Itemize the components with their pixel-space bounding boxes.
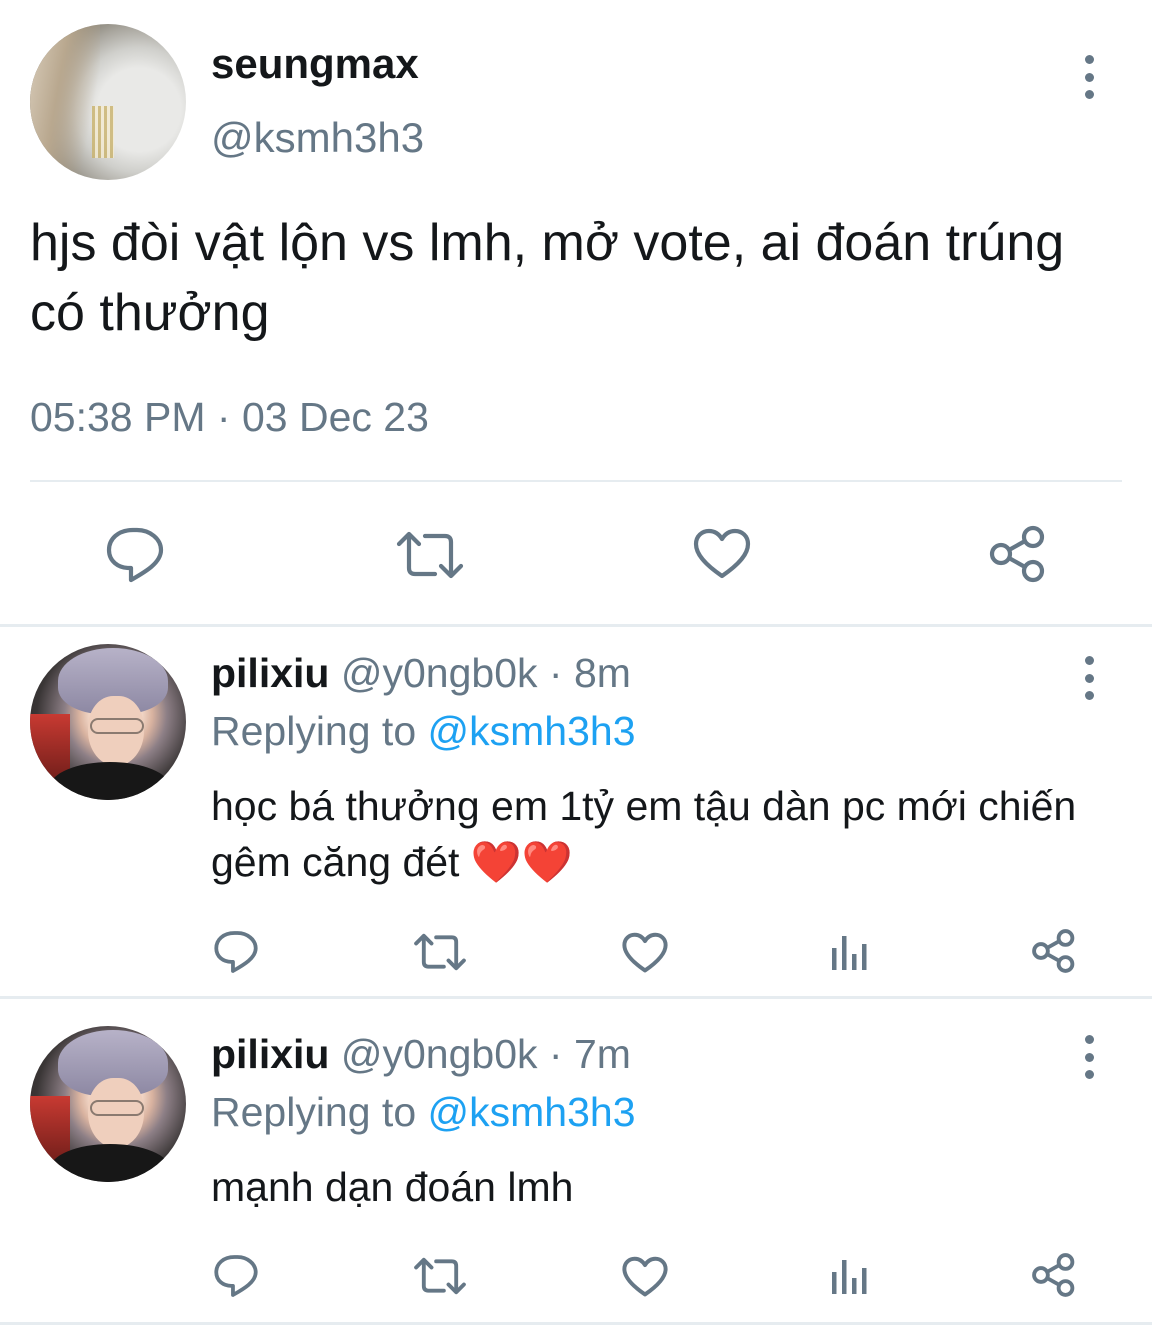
divider bbox=[0, 996, 1152, 999]
reply-author-name[interactable]: pilixiu bbox=[211, 1031, 329, 1077]
reply-text: học bá thưởng em 1tỷ em tậu dàn pc mới c… bbox=[211, 783, 1077, 885]
replying-mention-link[interactable]: @ksmh3h3 bbox=[428, 708, 636, 754]
author-handle[interactable]: @ksmh3h3 bbox=[211, 114, 424, 162]
reply-avatar[interactable] bbox=[30, 644, 186, 800]
reply-header: pilixiu @y0ngb0k · 8m bbox=[211, 650, 631, 697]
reply-icon[interactable] bbox=[105, 526, 165, 584]
retweet-icon[interactable] bbox=[413, 1256, 467, 1296]
reply-icon[interactable] bbox=[213, 930, 259, 974]
reply-avatar[interactable] bbox=[30, 1026, 186, 1182]
share-icon[interactable] bbox=[1031, 1252, 1077, 1298]
reply-icon[interactable] bbox=[213, 1254, 259, 1298]
retweet-icon[interactable] bbox=[413, 932, 467, 972]
reply-text: mạnh dạn đoán lmh bbox=[211, 1164, 574, 1210]
more-options-icon[interactable] bbox=[1077, 656, 1101, 700]
meta-separator: · bbox=[548, 650, 563, 696]
reply-time: 7m bbox=[573, 1031, 631, 1077]
reply-header: pilixiu @y0ngb0k · 7m bbox=[211, 1031, 631, 1078]
share-icon[interactable] bbox=[988, 524, 1048, 584]
share-icon[interactable] bbox=[1031, 928, 1077, 974]
tweet-time: 05:38 PM bbox=[30, 394, 206, 440]
like-icon[interactable] bbox=[693, 528, 751, 580]
replying-to: Replying to @ksmh3h3 bbox=[211, 1089, 636, 1136]
more-options-icon[interactable] bbox=[1077, 55, 1101, 99]
reply-time: 8m bbox=[573, 650, 631, 696]
replying-label: Replying to bbox=[211, 708, 417, 754]
analytics-icon[interactable] bbox=[830, 1254, 870, 1296]
meta-separator: · bbox=[216, 394, 231, 440]
more-options-icon[interactable] bbox=[1077, 1035, 1101, 1079]
retweet-icon[interactable] bbox=[395, 530, 465, 580]
analytics-icon[interactable] bbox=[830, 930, 870, 972]
divider bbox=[0, 624, 1152, 627]
reply-author-name[interactable]: pilixiu bbox=[211, 650, 329, 696]
author-avatar[interactable] bbox=[30, 24, 186, 180]
meta-separator: · bbox=[548, 1031, 563, 1077]
replying-to: Replying to @ksmh3h3 bbox=[211, 708, 636, 755]
reply-author-handle[interactable]: @y0ngb0k bbox=[341, 1031, 538, 1077]
replying-mention-link[interactable]: @ksmh3h3 bbox=[428, 1089, 636, 1135]
tweet-text: hjs đòi vật lộn vs lmh, mở vote, ai đoán… bbox=[30, 214, 1065, 342]
tweet-timestamp: 05:38 PM · 03 Dec 23 bbox=[30, 394, 429, 441]
reply-author-handle[interactable]: @y0ngb0k bbox=[341, 650, 538, 696]
tweet-date: 03 Dec 23 bbox=[241, 394, 429, 440]
like-icon[interactable] bbox=[622, 1256, 668, 1298]
divider bbox=[0, 1322, 1152, 1325]
author-name[interactable]: seungmax bbox=[211, 40, 419, 88]
replying-label: Replying to bbox=[211, 1089, 417, 1135]
like-icon[interactable] bbox=[622, 932, 668, 974]
divider bbox=[30, 480, 1122, 482]
